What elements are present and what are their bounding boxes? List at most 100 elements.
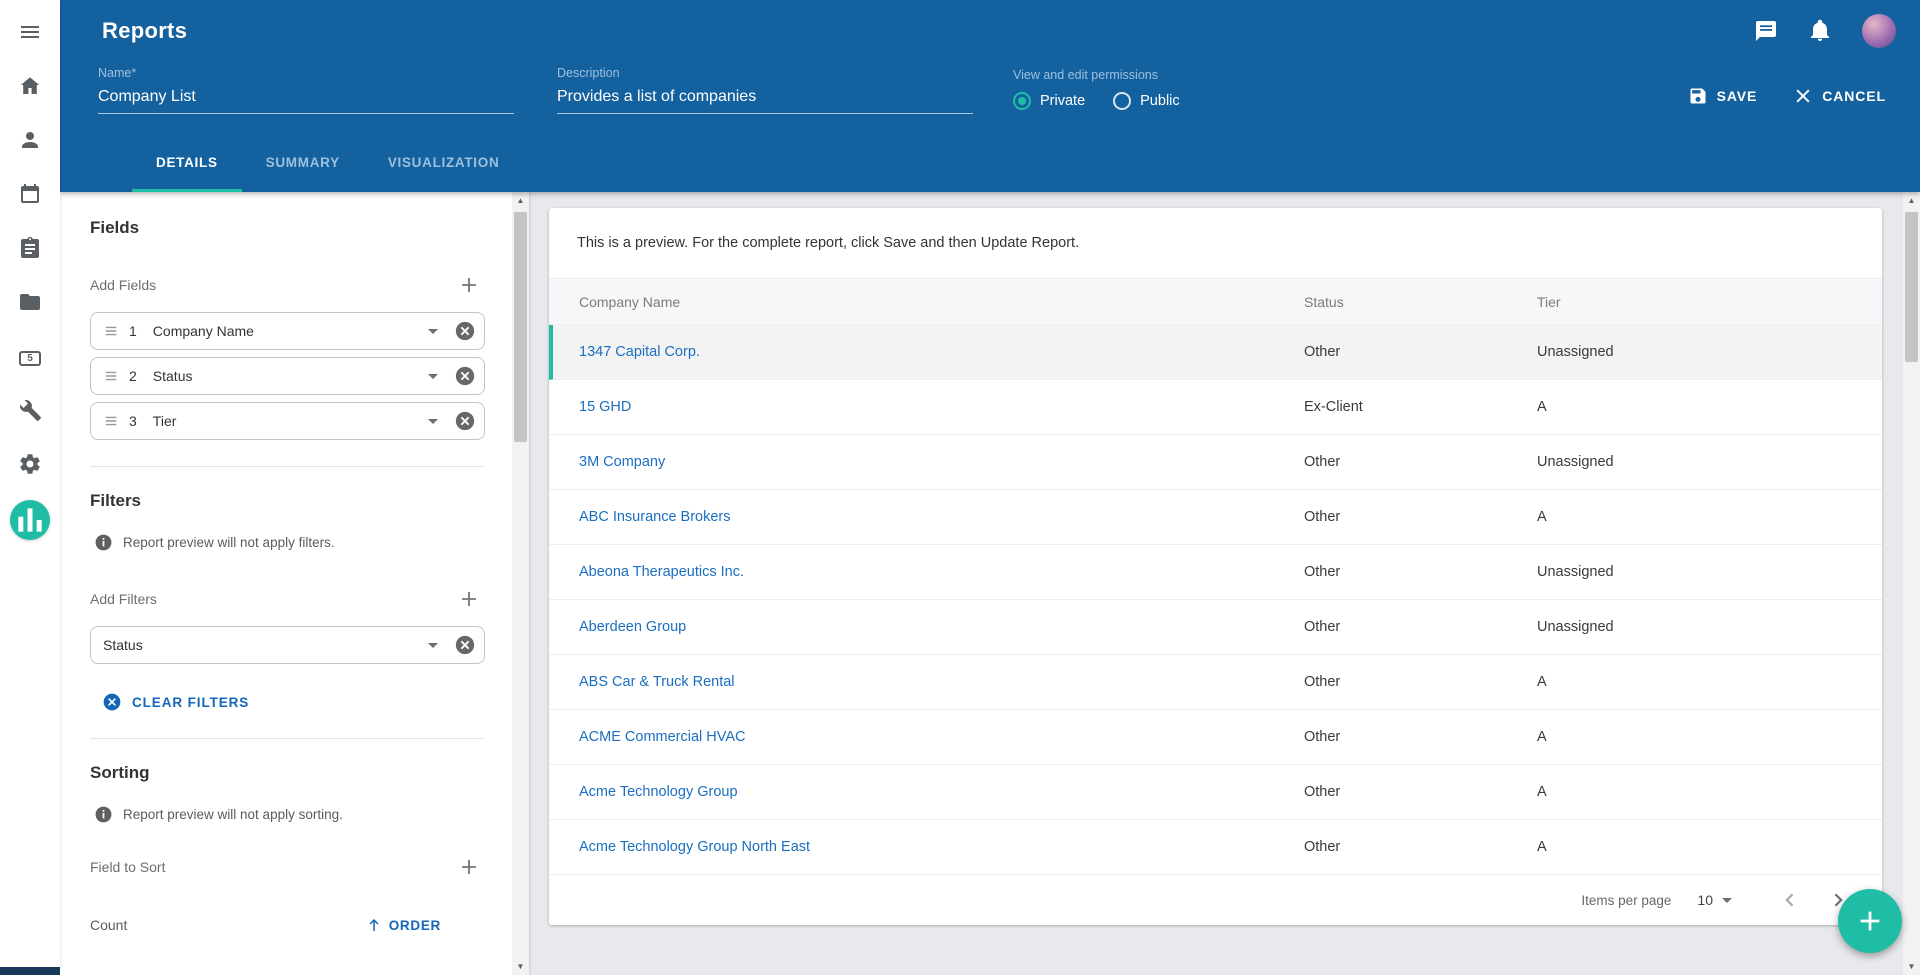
chat-icon[interactable] bbox=[1754, 18, 1780, 44]
save-button[interactable]: SAVE bbox=[1688, 86, 1758, 106]
filter-chip-status[interactable]: Status bbox=[90, 626, 485, 664]
radio-public[interactable]: Public bbox=[1113, 92, 1180, 110]
header: Reports Name* Company List Description P… bbox=[60, 0, 1920, 192]
chevron-down-icon[interactable] bbox=[428, 643, 438, 648]
drag-handle-icon[interactable] bbox=[103, 368, 119, 384]
table-row[interactable]: Acme Technology Group Other A bbox=[549, 765, 1882, 820]
settings-gear-icon[interactable] bbox=[16, 450, 44, 478]
scroll-down-icon[interactable]: ▼ bbox=[1903, 958, 1920, 975]
divider bbox=[90, 738, 485, 739]
tier-cell: A bbox=[1537, 674, 1882, 690]
contacts-icon[interactable] bbox=[16, 126, 44, 154]
table-row[interactable]: ABC Insurance Brokers Other A bbox=[549, 490, 1882, 545]
status-cell: Other bbox=[1304, 564, 1537, 580]
tier-cell: A bbox=[1537, 784, 1882, 800]
radio-private[interactable]: Private bbox=[1013, 92, 1085, 110]
field-to-sort-row: Field to Sort bbox=[90, 854, 483, 880]
scrollbar-thumb[interactable] bbox=[514, 212, 527, 442]
tab-details[interactable]: DETAILS bbox=[132, 136, 242, 192]
column-tier: Tier bbox=[1537, 294, 1882, 310]
filters-section-title: Filters bbox=[90, 491, 485, 511]
documents-icon[interactable] bbox=[16, 288, 44, 316]
description-field-input[interactable]: Provides a list of companies bbox=[557, 88, 973, 114]
table-row[interactable]: Acme Technology Group North East Other A bbox=[549, 820, 1882, 875]
home-icon[interactable] bbox=[16, 72, 44, 100]
field-chip-index: 3 bbox=[129, 413, 137, 429]
panel-scrollbar[interactable]: ▲ ▼ bbox=[512, 192, 529, 975]
company-link[interactable]: Abeona Therapeutics Inc. bbox=[579, 564, 744, 580]
company-cell: ABC Insurance Brokers bbox=[579, 509, 1304, 525]
remove-field-icon[interactable] bbox=[454, 365, 476, 387]
items-per-page-select[interactable]: 10 bbox=[1697, 892, 1732, 908]
company-link[interactable]: 3M Company bbox=[579, 454, 665, 470]
company-link[interactable]: Acme Technology Group bbox=[579, 784, 738, 800]
company-link[interactable]: 15 GHD bbox=[579, 399, 631, 415]
previous-page-icon[interactable] bbox=[1774, 885, 1804, 915]
drag-handle-icon[interactable] bbox=[103, 323, 119, 339]
field-chip-company-name[interactable]: 1 Company Name bbox=[90, 312, 485, 350]
add-fields-icon[interactable] bbox=[457, 272, 483, 298]
remove-field-icon[interactable] bbox=[454, 320, 476, 342]
bottom-edge bbox=[0, 967, 60, 975]
status-cell: Other bbox=[1304, 729, 1537, 745]
bell-icon[interactable] bbox=[1808, 18, 1834, 44]
tab-summary[interactable]: SUMMARY bbox=[242, 136, 364, 192]
tools-icon[interactable] bbox=[16, 396, 44, 424]
table-row[interactable]: Abeona Therapeutics Inc. Other Unassigne… bbox=[549, 545, 1882, 600]
left-rail: 5 bbox=[0, 0, 60, 967]
tier-cell: A bbox=[1537, 399, 1882, 415]
add-report-fab[interactable] bbox=[1838, 889, 1902, 953]
status-cell: Other bbox=[1304, 619, 1537, 635]
company-link[interactable]: ACME Commercial HVAC bbox=[579, 729, 746, 745]
company-link[interactable]: ABC Insurance Brokers bbox=[579, 509, 731, 525]
field-chip-index: 1 bbox=[129, 323, 137, 339]
scroll-down-icon[interactable]: ▼ bbox=[512, 958, 529, 975]
form-5-badge: 5 bbox=[19, 351, 41, 366]
chevron-down-icon[interactable] bbox=[428, 374, 438, 379]
page-scrollbar[interactable]: ▲ ▼ bbox=[1903, 192, 1920, 975]
add-filters-row: Add Filters bbox=[90, 586, 483, 612]
table-row[interactable]: ABS Car & Truck Rental Other A bbox=[549, 655, 1882, 710]
remove-field-icon[interactable] bbox=[454, 410, 476, 432]
add-sort-field-icon[interactable] bbox=[457, 854, 483, 880]
name-field-input[interactable]: Company List bbox=[98, 88, 514, 114]
scrollbar-thumb[interactable] bbox=[1905, 212, 1918, 362]
form-5-icon[interactable]: 5 bbox=[16, 342, 44, 370]
table-row[interactable]: 15 GHD Ex-Client A bbox=[549, 380, 1882, 435]
drag-handle-icon[interactable] bbox=[103, 413, 119, 429]
table-row[interactable]: 1347 Capital Corp. Other Unassigned bbox=[549, 325, 1882, 380]
tasks-icon[interactable] bbox=[16, 234, 44, 262]
chevron-down-icon[interactable] bbox=[428, 329, 438, 334]
table-row[interactable]: 3M Company Other Unassigned bbox=[549, 435, 1882, 490]
order-button[interactable]: ORDER bbox=[365, 916, 441, 934]
company-link[interactable]: Acme Technology Group North East bbox=[579, 839, 810, 855]
clear-filters-label: CLEAR FILTERS bbox=[132, 695, 249, 710]
field-chip-tier[interactable]: 3 Tier bbox=[90, 402, 485, 440]
sorting-note-text: Report preview will not apply sorting. bbox=[123, 807, 343, 822]
cancel-label: CANCEL bbox=[1822, 88, 1886, 104]
add-filters-icon[interactable] bbox=[457, 586, 483, 612]
menu-icon[interactable] bbox=[16, 18, 44, 46]
clear-filters-button[interactable]: CLEAR FILTERS bbox=[102, 692, 249, 712]
status-cell: Other bbox=[1304, 839, 1537, 855]
company-link[interactable]: ABS Car & Truck Rental bbox=[579, 674, 735, 690]
tier-cell: Unassigned bbox=[1537, 619, 1882, 635]
calendar-icon[interactable] bbox=[16, 180, 44, 208]
company-link[interactable]: 1347 Capital Corp. bbox=[579, 344, 700, 360]
reports-chart-icon[interactable] bbox=[10, 500, 50, 540]
scroll-up-icon[interactable]: ▲ bbox=[1903, 192, 1920, 209]
company-cell: Abeona Therapeutics Inc. bbox=[579, 564, 1304, 580]
table-row[interactable]: ACME Commercial HVAC Other A bbox=[549, 710, 1882, 765]
table-row[interactable]: Aberdeen Group Other Unassigned bbox=[549, 600, 1882, 655]
scroll-up-icon[interactable]: ▲ bbox=[512, 192, 529, 209]
tab-visualization[interactable]: VISUALIZATION bbox=[364, 136, 524, 192]
company-link[interactable]: Aberdeen Group bbox=[579, 619, 686, 635]
avatar[interactable] bbox=[1862, 14, 1896, 48]
status-cell: Ex-Client bbox=[1304, 399, 1537, 415]
page-title: Reports bbox=[102, 18, 187, 44]
remove-filter-icon[interactable] bbox=[454, 634, 476, 656]
field-chip-status[interactable]: 2 Status bbox=[90, 357, 485, 395]
plus-icon bbox=[1856, 907, 1884, 935]
chevron-down-icon[interactable] bbox=[428, 419, 438, 424]
cancel-button[interactable]: CANCEL bbox=[1793, 86, 1886, 106]
